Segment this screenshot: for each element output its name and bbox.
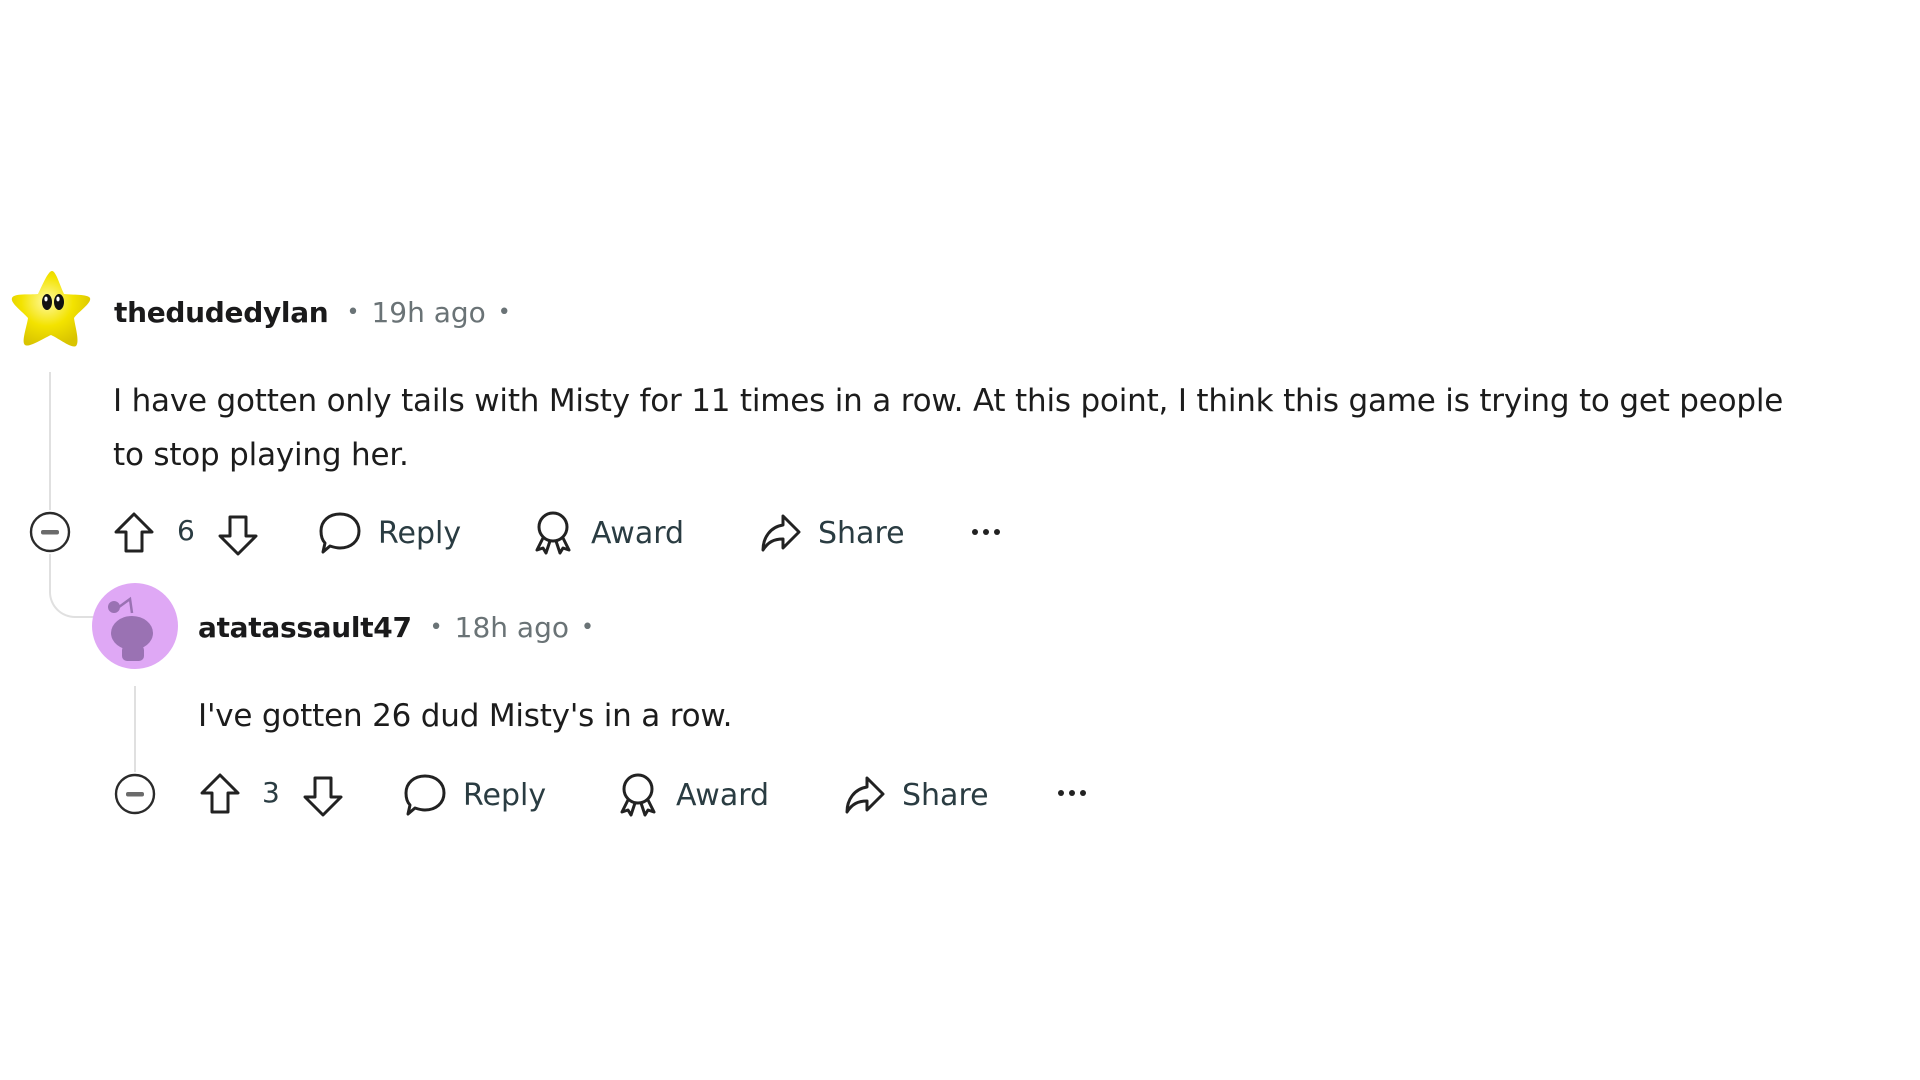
comment-body: I've gotten 26 dud Misty's in a row. — [198, 689, 733, 743]
username[interactable]: atatassault47 — [198, 611, 412, 644]
share-button[interactable]: Share — [842, 772, 989, 818]
separator-dot: • — [581, 615, 594, 640]
reply-label: Reply — [463, 777, 547, 813]
thread-line[interactable] — [49, 372, 51, 510]
downvote-button[interactable] — [217, 513, 259, 557]
upvote-arrow-icon — [113, 511, 155, 555]
share-label: Share — [818, 515, 905, 551]
collapse-minus-icon — [114, 773, 156, 815]
collapse-button[interactable] — [114, 773, 156, 815]
reply-button[interactable]: Reply — [403, 772, 546, 818]
collapse-minus-icon — [29, 511, 71, 553]
award-label: Award — [591, 515, 685, 551]
share-arrow-icon — [758, 510, 802, 556]
comment-body: I have gotten only tails with Misty for … — [113, 374, 1913, 482]
award-button[interactable]: Award — [616, 772, 769, 818]
timestamp[interactable]: 18h ago — [455, 611, 569, 644]
star-avatar-icon — [11, 271, 91, 347]
more-dots-icon — [968, 512, 1004, 552]
comment-header: thedudedylan • 19h ago • — [114, 296, 511, 329]
snoo-avatar-icon — [92, 583, 178, 669]
more-options-button[interactable] — [1054, 773, 1090, 813]
separator-dot: • — [346, 300, 360, 325]
username[interactable]: thedudedylan — [114, 296, 329, 329]
comment-body-text: I've gotten 26 dud Misty's in a row. — [198, 698, 733, 734]
comment-bubble-icon — [403, 772, 447, 818]
comment-body-line: to stop playing her. — [113, 437, 409, 473]
separator-dot: • — [429, 615, 443, 640]
timestamp[interactable]: 19h ago — [371, 296, 485, 329]
award-ribbon-icon — [616, 772, 660, 818]
downvote-arrow-icon — [217, 513, 259, 557]
reply-button[interactable]: Reply — [318, 510, 461, 556]
upvote-button[interactable] — [199, 772, 241, 816]
share-label: Share — [902, 777, 989, 813]
thread-branch-line[interactable] — [49, 580, 95, 618]
award-button[interactable]: Award — [531, 510, 684, 556]
comment-header: atatassault47 • 18h ago • — [198, 611, 594, 644]
upvote-button[interactable] — [113, 511, 155, 555]
vote-count: 6 — [177, 514, 195, 547]
upvote-arrow-icon — [199, 772, 241, 816]
share-arrow-icon — [842, 772, 886, 818]
avatar[interactable] — [92, 583, 178, 669]
separator-dot: • — [497, 300, 511, 325]
downvote-button[interactable] — [302, 774, 344, 818]
award-label: Award — [676, 777, 770, 813]
vote-count: 3 — [262, 776, 280, 809]
award-ribbon-icon — [531, 510, 575, 556]
comment-body-line: I have gotten only tails with Misty for … — [113, 383, 1784, 419]
more-options-button[interactable] — [968, 512, 1004, 552]
downvote-arrow-icon — [302, 774, 344, 818]
comment-bubble-icon — [318, 510, 362, 556]
avatar[interactable] — [8, 268, 92, 350]
more-dots-icon — [1054, 773, 1090, 813]
reply-label: Reply — [378, 515, 462, 551]
share-button[interactable]: Share — [758, 510, 905, 556]
collapse-button[interactable] — [29, 511, 71, 553]
thread-line[interactable] — [134, 686, 136, 772]
